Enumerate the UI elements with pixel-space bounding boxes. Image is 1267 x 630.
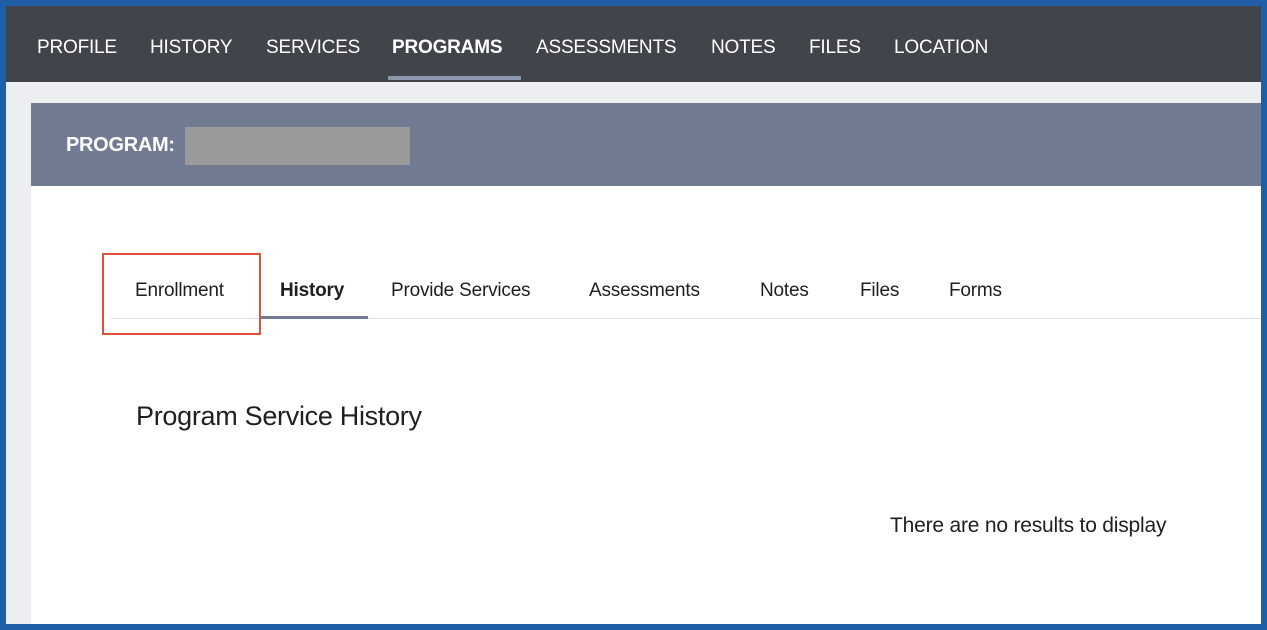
subtab-forms[interactable]: Forms [949,279,1002,303]
program-name-redacted [185,127,410,165]
program-label: PROGRAM: [66,134,175,156]
topnav-tab-history[interactable]: HISTORY [150,36,233,60]
topnav-tab-services[interactable]: SERVICES [266,36,360,60]
subtab-provide-services[interactable]: Provide Services [391,279,531,303]
topnav-tab-notes[interactable]: NOTES [711,36,776,60]
empty-results-message: There are no results to display [890,514,1167,537]
topnav-tab-assessments[interactable]: ASSESSMENTS [536,36,677,60]
topnav-tab-programs[interactable]: PROGRAMS [392,36,502,60]
topnav-tab-files[interactable]: FILES [809,36,861,60]
subtab-history[interactable]: History [280,279,344,303]
program-panel: PROGRAM: Enrollment History Provide Serv… [31,103,1261,624]
section-title: Program Service History [136,401,422,431]
topnav-tab-profile[interactable]: PROFILE [37,36,117,60]
subtab-files[interactable]: Files [860,279,899,303]
subtab-active-indicator [261,316,368,319]
subtab-enrollment[interactable]: Enrollment [135,279,224,303]
topnav-active-indicator [388,76,521,80]
topnav-tab-location[interactable]: LOCATION [894,36,988,60]
subtab-notes[interactable]: Notes [760,279,809,303]
subtab-assessments[interactable]: Assessments [589,279,700,303]
top-navigation: PROFILE HISTORY SERVICES PROGRAMS ASSESS… [6,6,1261,82]
program-header: PROGRAM: [31,103,1261,186]
app-frame: PROFILE HISTORY SERVICES PROGRAMS ASSESS… [0,0,1267,630]
